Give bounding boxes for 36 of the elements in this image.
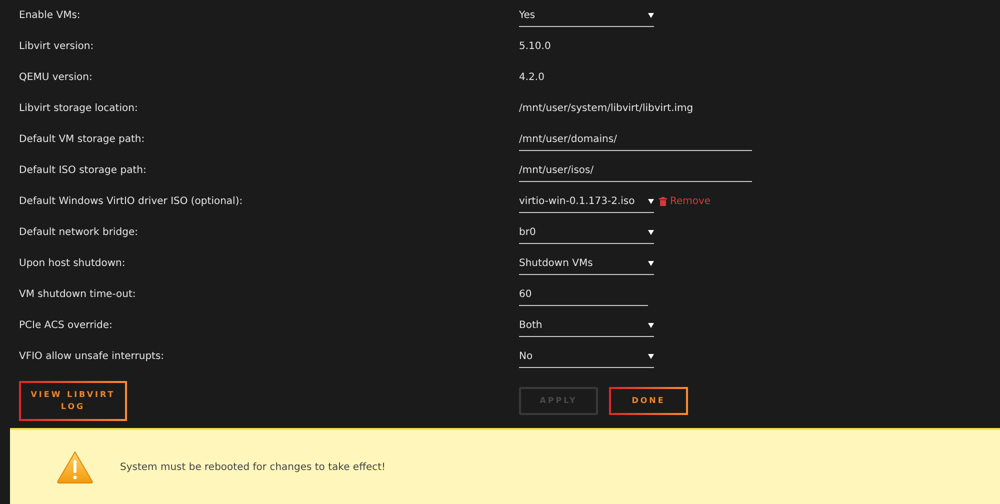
dropdown[interactable]: br0 bbox=[519, 222, 654, 244]
dropdown[interactable]: No bbox=[519, 346, 654, 368]
warning-icon bbox=[56, 450, 94, 484]
caret-icon bbox=[648, 322, 654, 328]
caret-icon bbox=[648, 260, 654, 266]
setting-label: Upon host shutdown: bbox=[18, 257, 126, 271]
setting-label: Libvirt version: bbox=[18, 40, 95, 54]
setting-label: Default VM storage path: bbox=[18, 133, 146, 147]
done-button[interactable]: DONE bbox=[609, 387, 688, 415]
view-log-button[interactable]: VIEW LIBVIRT LOG bbox=[19, 381, 127, 421]
caret-icon bbox=[648, 198, 654, 204]
input-field[interactable]: 60 bbox=[519, 284, 648, 306]
setting-value: /mnt/user/system/libvirt/libvirt.img bbox=[519, 102, 694, 116]
input-field[interactable]: /mnt/user/isos/ bbox=[519, 160, 752, 182]
setting-value: 5.10.0 bbox=[519, 40, 551, 54]
setting-label: VFIO allow unsafe interrupts: bbox=[18, 350, 166, 364]
trash-icon bbox=[659, 197, 667, 206]
dropdown[interactable]: virtio-win-0.1.173-2.iso bbox=[519, 190, 654, 212]
setting-label: Default Windows VirtIO driver ISO (optional): bbox=[18, 195, 244, 209]
setting-label: Libvirt storage location: bbox=[18, 102, 139, 116]
setting-label: Default network bridge: bbox=[18, 226, 139, 240]
dropdown[interactable]: Shutdown VMs bbox=[519, 252, 654, 274]
caret-icon bbox=[648, 230, 654, 234]
caret-icon bbox=[648, 354, 654, 358]
caret-icon bbox=[648, 12, 654, 18]
dropdown[interactable]: Both bbox=[519, 314, 654, 336]
input-field[interactable]: /mnt/user/domains/ bbox=[519, 128, 752, 150]
setting-label: Default ISO storage path: bbox=[18, 164, 148, 178]
setting-value: 4.2.0 bbox=[519, 71, 544, 85]
setting-label: Enable VMs: bbox=[18, 9, 82, 23]
dropdown[interactable]: Yes bbox=[519, 4, 654, 26]
notice-text: System must be rebooted for changes to take effect! bbox=[120, 460, 386, 474]
setting-label: QEMU version: bbox=[18, 71, 94, 85]
setting-label: VM shutdown time-out: bbox=[18, 288, 137, 302]
remove-button[interactable]: Remove bbox=[659, 194, 711, 209]
setting-label: PCIe ACS override: bbox=[18, 319, 114, 333]
